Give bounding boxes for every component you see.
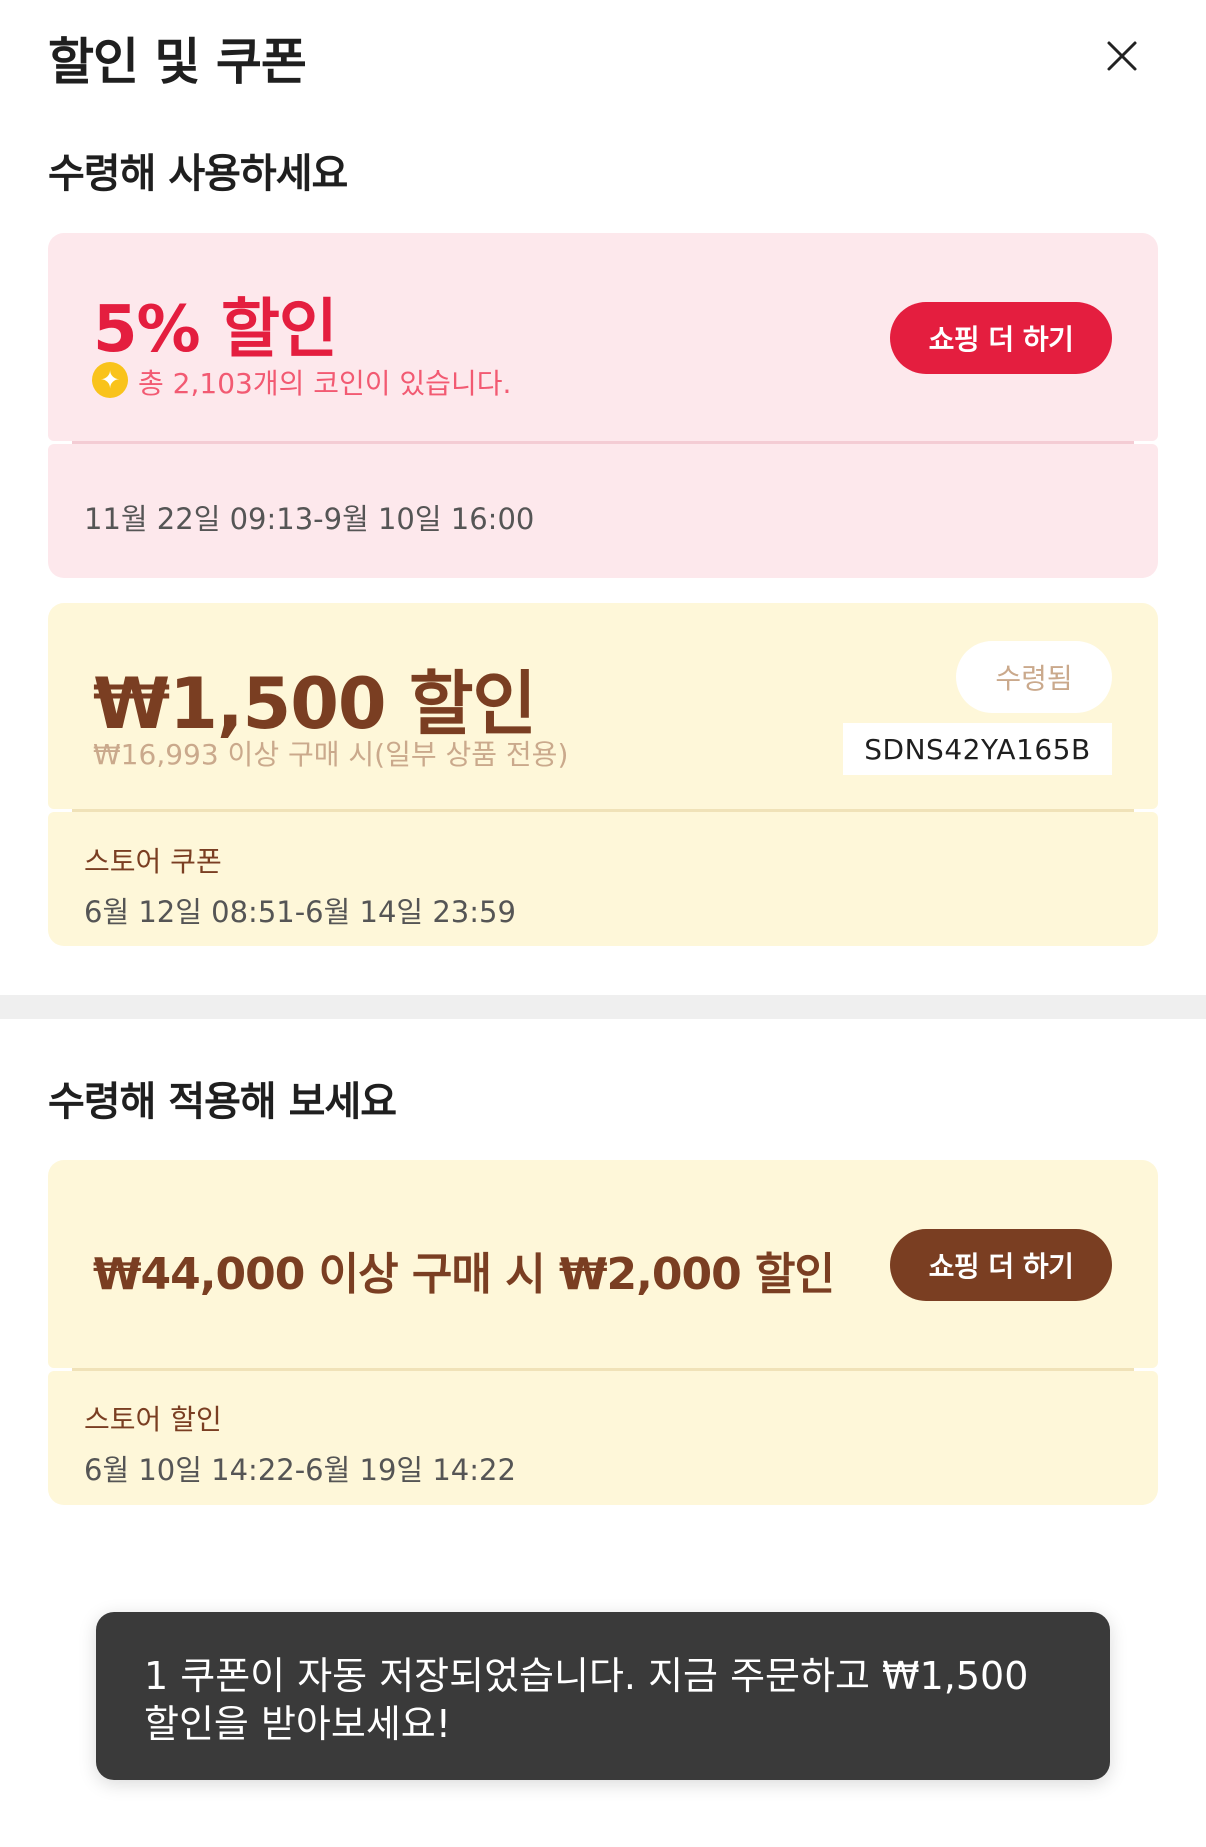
coupon-date-range: 6월 12일 08:51-6월 14일 23:59 — [84, 895, 516, 929]
store-discount-headline: ₩44,000 이상 구매 시 ₩2,000 할인 — [93, 1249, 835, 1300]
shop-more-button[interactable]: 쇼핑 더 하기 — [890, 302, 1112, 374]
coin-balance-text: 총 2,103개의 코인이 있습니다. — [138, 367, 512, 400]
toast-line-2: 할인을 받아보세요! — [144, 1702, 451, 1746]
coin-discount-date-range: 11월 22일 09:13-9월 10일 16:00 — [84, 502, 535, 536]
shop-more-button[interactable]: 쇼핑 더 하기 — [890, 1229, 1112, 1301]
close-button[interactable] — [1100, 34, 1144, 78]
coupon-condition-text: ₩16,993 이상 구매 시(일부 상품 전용) — [93, 738, 569, 771]
discount-type-label: 스토어 할인 — [84, 1403, 222, 1436]
toast-message: 1 쿠폰이 자동 저장되었습니다. 지금 주문하고 ₩1,500 할인을 받아보… — [96, 1612, 1110, 1780]
page-title: 할인 및 쿠폰 — [48, 33, 307, 91]
section-title-receive-use: 수령해 사용하세요 — [48, 151, 348, 197]
close-icon — [1107, 41, 1137, 71]
discount-date-range: 6월 10일 14:22-6월 19일 14:22 — [84, 1453, 516, 1487]
section-title-receive-apply: 수령해 적용해 보세요 — [48, 1079, 397, 1125]
coin-icon: ✦ — [92, 362, 128, 398]
coin-discount-headline: 5% 할인 — [93, 293, 338, 367]
claimed-status-badge: 수령됨 — [956, 641, 1112, 713]
toast-line-1: 1 쿠폰이 자동 저장되었습니다. 지금 주문하고 ₩1,500 — [144, 1654, 1029, 1698]
coupon-code: SDNS42YA165B — [843, 723, 1112, 775]
coupon-sheet: 할인 및 쿠폰 수령해 사용하세요 5% 할인 ✦ 총 2,103개의 코인이 … — [0, 0, 1206, 1847]
coupon-type-label: 스토어 쿠폰 — [84, 845, 222, 878]
section-separator — [0, 995, 1206, 1019]
